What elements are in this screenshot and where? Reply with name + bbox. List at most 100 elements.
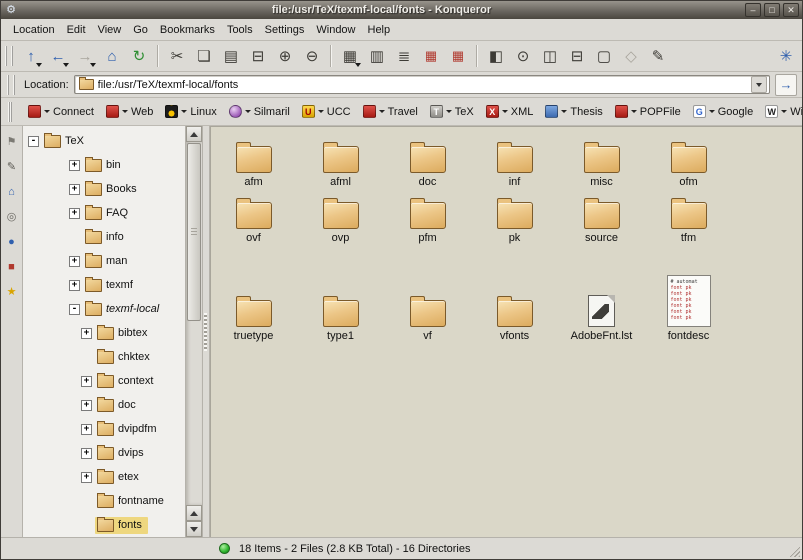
bookmark-linux[interactable]: Linux [165,105,216,118]
expander-icon[interactable]: + [81,472,92,483]
location-input[interactable] [98,79,747,91]
file-item-vf[interactable]: vf [384,256,471,342]
file-item-tfm[interactable]: tfm [645,188,732,244]
location-dropdown-button[interactable] [751,76,767,93]
bookmark-connect[interactable]: Connect [28,105,94,118]
menu-help[interactable]: Help [362,22,397,38]
menu-location[interactable]: Location [7,22,61,38]
tree-item-etex[interactable]: +etex [23,465,185,489]
expander-icon[interactable]: + [81,400,92,411]
tree-item-faq[interactable]: +FAQ [23,201,185,225]
sidebar-tab-bookmarks[interactable]: ★ [4,284,20,300]
bookmark-thesis[interactable]: Thesis [545,105,602,118]
zoom-in-button[interactable]: ⊕ [272,43,298,69]
tree-item-books[interactable]: +Books [23,177,185,201]
expander-icon[interactable]: + [81,328,92,339]
lock-view-button[interactable]: ◇ [618,43,644,69]
up-button[interactable]: ↑ [18,43,44,69]
file-item-afm[interactable]: afm [210,132,297,188]
close-active-view-button[interactable]: ▢ [591,43,617,69]
expander-icon[interactable]: + [69,256,80,267]
file-item-misc[interactable]: misc [558,132,645,188]
tree-item-context[interactable]: +context [23,369,185,393]
tree-item-doc[interactable]: +doc [23,393,185,417]
find-button[interactable]: ⊙ [510,43,536,69]
file-item-doc[interactable]: doc [384,132,471,188]
menu-go[interactable]: Go [127,22,154,38]
bookmark-xml[interactable]: XXML [486,105,534,118]
menu-window[interactable]: Window [310,22,361,38]
toolbar-handle[interactable] [5,46,13,66]
bookmark-google[interactable]: GGoogle [693,105,753,118]
menu-view[interactable]: View [92,22,128,38]
file-item-source[interactable]: source [558,188,645,244]
expander-icon[interactable]: - [28,136,39,147]
scrollbar-track[interactable] [186,142,202,505]
sidebar-tab-home[interactable]: ⌂ [4,184,20,200]
tree-item-texmf[interactable]: +texmf [23,273,185,297]
tree-item-man[interactable]: +man [23,249,185,273]
copy-button[interactable]: ❏ [191,43,217,69]
tree-item-dvipdfm[interactable]: +dvipdfm [23,417,185,441]
file-item-vfonts[interactable]: vfonts [471,256,558,342]
bookmark-travel[interactable]: Travel [363,105,418,118]
zoom-out-button[interactable]: ⊖ [299,43,325,69]
toolbar-handle[interactable] [7,75,15,95]
tree-item-fontname[interactable]: fontname [23,489,185,513]
sidebar-tab-network[interactable]: ● [4,234,20,250]
maximize-button[interactable]: □ [764,3,780,17]
file-item-ovf[interactable]: ovf [210,188,297,244]
bookmark-wikipedia[interactable]: WWikipedia [765,105,803,118]
go-button[interactable]: → [775,74,797,96]
tree-item-texmf-local[interactable]: -texmf-local [23,297,185,321]
file-item-inf[interactable]: inf [471,132,558,188]
menu-edit[interactable]: Edit [61,22,92,38]
expander-icon[interactable]: + [81,448,92,459]
sidebar-tab-root[interactable]: ■ [4,259,20,275]
detailed-list-view-button[interactable]: ≣ [391,43,417,69]
resize-grip[interactable] [787,544,800,557]
file-item-ofm[interactable]: ofm [645,132,732,188]
split-view-top-bottom-button[interactable]: ⊟ [564,43,590,69]
bookmark-tex[interactable]: TTeX [430,105,474,118]
sidebar-tab-services[interactable]: ◎ [4,209,20,225]
menu-bookmarks[interactable]: Bookmarks [154,22,221,38]
bookmark-popfile[interactable]: POPFile [615,105,681,118]
file-item-pk[interactable]: pk [471,188,558,244]
file-item-type1[interactable]: type1 [297,256,384,342]
file-item-pfm[interactable]: pfm [384,188,471,244]
expander-icon[interactable]: + [69,184,80,195]
tree-item-bibtex[interactable]: +bibtex [23,321,185,345]
scrollbar-thumb[interactable] [187,143,201,321]
scroll-down-button[interactable] [186,521,202,537]
print-button[interactable]: ⊟ [245,43,271,69]
tree-item-info[interactable]: info [23,225,185,249]
reload-button[interactable]: ↻ [126,43,152,69]
home-button[interactable]: ⌂ [99,43,125,69]
icon-view-button[interactable]: ▦ [337,43,363,69]
tree-item-tex[interactable]: -TeX [23,129,185,153]
scroll-up-button-bottom[interactable] [186,505,202,521]
panel-splitter[interactable] [203,126,210,537]
forward-button[interactable]: → [72,43,98,69]
sidebar-tab-history[interactable]: ✎ [4,159,20,175]
bookmark-web[interactable]: Web [106,105,153,118]
split-view-left-right-button[interactable]: ◫ [537,43,563,69]
back-button[interactable]: ← [45,43,71,69]
file-item-ovp[interactable]: ovp [297,188,384,244]
expander-icon[interactable]: + [81,424,92,435]
multicolumn-view-button[interactable]: ▥ [364,43,390,69]
minimize-button[interactable]: – [745,3,761,17]
paste-button[interactable]: ▤ [218,43,244,69]
expander-icon[interactable]: + [69,280,80,291]
decrease-icon-size-button[interactable]: ▦ [445,43,471,69]
expander-icon[interactable]: - [69,304,80,315]
bookmark-silmaril[interactable]: Silmaril [229,105,290,118]
increase-icon-size-button[interactable]: ▦ [418,43,444,69]
menu-tools[interactable]: Tools [221,22,259,38]
expander-icon[interactable]: + [81,376,92,387]
cut-button[interactable]: ✂ [164,43,190,69]
file-item-adobefnt-lst[interactable]: AdobeFnt.lst [558,256,645,342]
close-button[interactable]: ✕ [783,3,799,17]
app-menu-icon[interactable]: ⚙ [4,3,18,17]
